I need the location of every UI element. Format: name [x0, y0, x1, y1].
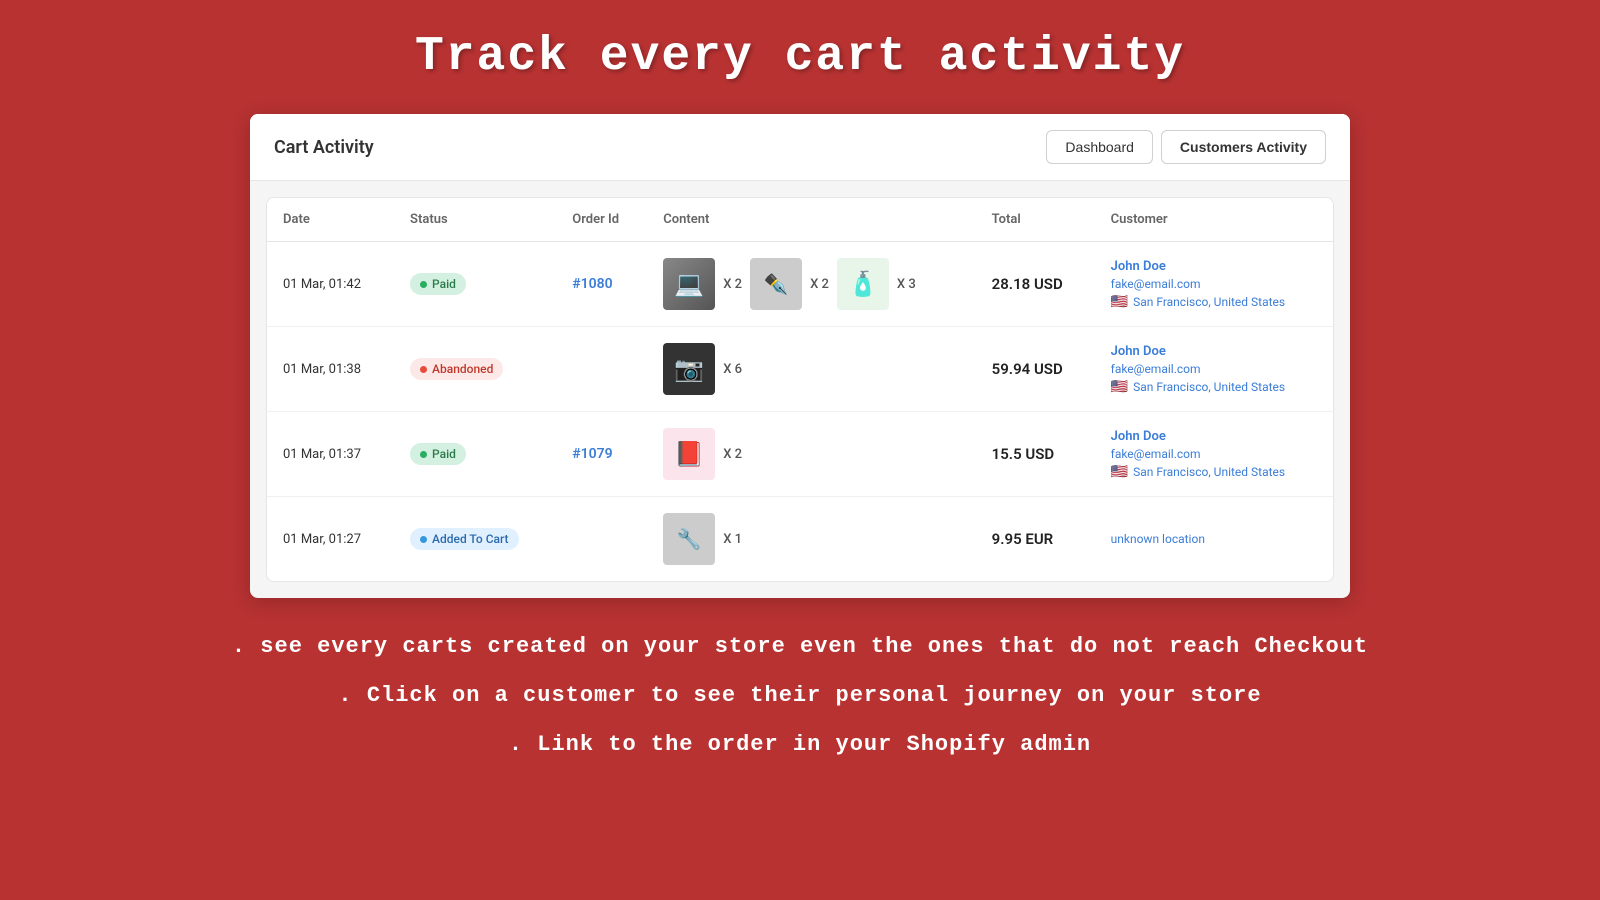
col-customer: Customer	[1095, 198, 1333, 242]
product-qty: X 2	[810, 277, 829, 292]
row-0-total: 28.18 USD	[976, 242, 1095, 327]
status-badge-paid: Paid	[410, 273, 466, 295]
row-1-status: Abandoned	[394, 327, 556, 412]
product-list: X 2	[663, 428, 959, 480]
status-dot	[420, 536, 427, 543]
row-0-order-id: #1080	[556, 242, 647, 327]
customer-info: unknown location	[1111, 532, 1317, 546]
feature-text-1: . see every carts created on your store …	[232, 634, 1368, 659]
customer-info: John Doe fake@email.com 🇺🇸 San Francisco, U…	[1111, 259, 1317, 310]
app-container: Cart Activity Dashboard Customers Activi…	[250, 114, 1350, 598]
row-0-status: Paid	[394, 242, 556, 327]
product-qty: X 1	[723, 532, 742, 547]
features-section: . see every carts created on your store …	[232, 634, 1368, 757]
row-3-status: Added To Cart	[394, 497, 556, 582]
row-1-content: X 6	[647, 327, 975, 412]
row-0-content: X 2 X 2 X 3	[647, 242, 975, 327]
product-list: X 1	[663, 513, 959, 565]
product-list: X 2 X 2 X 3	[663, 258, 959, 310]
unknown-location-link[interactable]: unknown location	[1111, 532, 1317, 546]
product-image-tool	[663, 513, 715, 565]
customer-location: 🇺🇸 San Francisco, United States	[1111, 464, 1317, 480]
row-2-order-id: #1079	[556, 412, 647, 497]
row-3-content: X 1	[647, 497, 975, 582]
order-link-#1080[interactable]: #1080	[572, 276, 612, 292]
app-header: Cart Activity Dashboard Customers Activi…	[250, 114, 1350, 181]
row-0-customer: John Doe fake@email.com 🇺🇸 San Francisco, U…	[1095, 242, 1333, 327]
row-1-customer: John Doe fake@email.com 🇺🇸 San Francisco, U…	[1095, 327, 1333, 412]
row-2-content: X 2	[647, 412, 975, 497]
cart-activity-table-container: Date Status Order Id Content Total Custo…	[266, 197, 1334, 582]
customer-name[interactable]: John Doe	[1111, 429, 1317, 444]
customer-info: John Doe fake@email.com 🇺🇸 San Francisco, U…	[1111, 344, 1317, 395]
table-header-row: Date Status Order Id Content Total Custo…	[267, 198, 1333, 242]
flag-icon: 🇺🇸	[1111, 379, 1128, 395]
customers-activity-button[interactable]: Customers Activity	[1161, 130, 1326, 164]
customer-name[interactable]: John Doe	[1111, 259, 1317, 274]
customer-info: John Doe fake@email.com 🇺🇸 San Francisco, U…	[1111, 429, 1317, 480]
status-badge-paid: Paid	[410, 443, 466, 465]
order-link-#1079[interactable]: #1079	[572, 446, 612, 462]
product-image-laptop	[663, 258, 715, 310]
customer-email[interactable]: fake@email.com	[1111, 277, 1317, 291]
row-3-date: 01 Mar, 01:27	[267, 497, 394, 582]
customer-name[interactable]: John Doe	[1111, 344, 1317, 359]
customer-location: 🇺🇸 San Francisco, United States	[1111, 294, 1317, 310]
flag-icon: 🇺🇸	[1111, 464, 1128, 480]
col-order-id: Order Id	[556, 198, 647, 242]
col-total: Total	[976, 198, 1095, 242]
customer-email[interactable]: fake@email.com	[1111, 362, 1317, 376]
row-2-status: Paid	[394, 412, 556, 497]
product-qty: X 3	[897, 277, 916, 292]
status-dot	[420, 366, 427, 373]
table-row: 01 Mar, 01:27 Added To Cart X 1 9.95 EUR unk…	[267, 497, 1333, 582]
row-1-date: 01 Mar, 01:38	[267, 327, 394, 412]
location-link[interactable]: San Francisco, United States	[1133, 380, 1285, 394]
product-image-bottle	[837, 258, 889, 310]
product-qty: X 2	[723, 277, 742, 292]
feature-text-2: . Click on a customer to see their perso…	[338, 683, 1261, 708]
row-0-date: 01 Mar, 01:42	[267, 242, 394, 327]
row-3-order-id	[556, 497, 647, 582]
row-2-customer: John Doe fake@email.com 🇺🇸 San Francisco, U…	[1095, 412, 1333, 497]
product-qty: X 2	[723, 447, 742, 462]
status-badge-abandoned: Abandoned	[410, 358, 503, 380]
customer-location: 🇺🇸 San Francisco, United States	[1111, 379, 1317, 395]
col-status: Status	[394, 198, 556, 242]
row-1-order-id	[556, 327, 647, 412]
location-link[interactable]: San Francisco, United States	[1133, 465, 1285, 479]
col-content: Content	[647, 198, 975, 242]
row-3-total: 9.95 EUR	[976, 497, 1095, 582]
location-link[interactable]: San Francisco, United States	[1133, 295, 1285, 309]
product-image-pen	[750, 258, 802, 310]
dashboard-button[interactable]: Dashboard	[1046, 130, 1153, 164]
cart-activity-table: Date Status Order Id Content Total Custo…	[267, 198, 1333, 581]
product-qty: X 6	[723, 362, 742, 377]
header-buttons: Dashboard Customers Activity	[1046, 130, 1326, 164]
flag-icon: 🇺🇸	[1111, 294, 1128, 310]
status-dot	[420, 451, 427, 458]
table-row: 01 Mar, 01:38 Abandoned X 6 59.94 USD John D…	[267, 327, 1333, 412]
app-title: Cart Activity	[274, 137, 374, 158]
table-row: 01 Mar, 01:42 Paid #1080 X 2 X 2 X 3 28.18 USD…	[267, 242, 1333, 327]
col-date: Date	[267, 198, 394, 242]
status-badge-added: Added To Cart	[410, 528, 519, 550]
status-dot	[420, 281, 427, 288]
product-list: X 6	[663, 343, 959, 395]
feature-text-3: . Link to the order in your Shopify admi…	[509, 732, 1091, 757]
product-image-book	[663, 428, 715, 480]
row-2-total: 15.5 USD	[976, 412, 1095, 497]
row-2-date: 01 Mar, 01:37	[267, 412, 394, 497]
row-1-total: 59.94 USD	[976, 327, 1095, 412]
table-row: 01 Mar, 01:37 Paid #1079 X 2 15.5 USD John Do…	[267, 412, 1333, 497]
customer-email[interactable]: fake@email.com	[1111, 447, 1317, 461]
row-3-customer: unknown location	[1095, 497, 1333, 582]
product-image-camera	[663, 343, 715, 395]
page-main-title: Track every cart activity	[415, 30, 1185, 84]
